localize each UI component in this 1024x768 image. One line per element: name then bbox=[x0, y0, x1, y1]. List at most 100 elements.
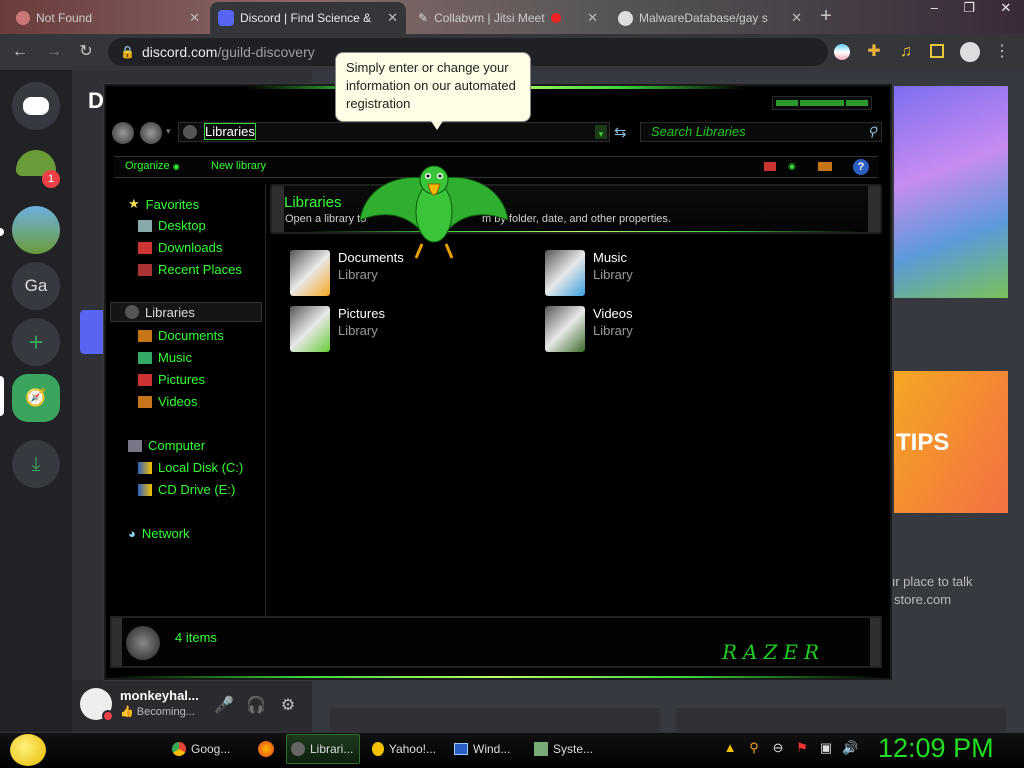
forward-nav-icon[interactable] bbox=[140, 122, 162, 144]
headphones-icon[interactable]: 🎧 bbox=[244, 694, 268, 718]
menu-dots-icon[interactable]: ⋮ bbox=[990, 40, 1014, 64]
cd-drive-icon bbox=[138, 483, 152, 496]
task-label: Librari... bbox=[310, 742, 354, 756]
taskbar-chrome[interactable]: Goog... bbox=[168, 734, 238, 764]
nav-favorites[interactable]: ★ Favorites bbox=[128, 196, 199, 212]
download-apps-icon[interactable]: ⤓ bbox=[12, 440, 60, 488]
refresh-icon[interactable]: ⇆ bbox=[614, 123, 627, 141]
restore-icon[interactable]: ❐ bbox=[963, 0, 975, 22]
nav-documents[interactable]: Documents bbox=[138, 328, 224, 343]
preview-pane-icon[interactable] bbox=[818, 162, 832, 171]
extensions-puzzle-icon[interactable]: ✚ bbox=[862, 40, 886, 64]
tray-minus-icon[interactable]: ⊖ bbox=[770, 740, 786, 756]
close-button[interactable] bbox=[846, 100, 868, 106]
music-icon bbox=[138, 351, 152, 364]
nav-cd-drive[interactable]: CD Drive (E:) bbox=[138, 482, 235, 497]
library-type: Library bbox=[593, 323, 633, 338]
task-label: Goog... bbox=[191, 742, 231, 756]
new-tab-icon[interactable]: + bbox=[814, 4, 838, 28]
taskbar-system[interactable]: Syste... bbox=[530, 734, 602, 764]
nav-downloads-label: Downloads bbox=[158, 240, 223, 255]
tray-warning-icon[interactable]: ▲ bbox=[722, 740, 738, 756]
library-pictures[interactable]: Pictures Library bbox=[290, 306, 385, 352]
minimize-button[interactable] bbox=[776, 100, 798, 106]
nav-pictures[interactable]: Pictures bbox=[138, 372, 205, 387]
documents-library-icon bbox=[290, 250, 330, 296]
tab-not-found[interactable]: Not Found ✕ bbox=[8, 2, 208, 34]
tray-volume-icon[interactable]: 🔊 bbox=[842, 740, 858, 756]
reload-icon[interactable]: ↻ bbox=[74, 40, 98, 64]
library-videos[interactable]: Videos Library bbox=[545, 306, 633, 352]
server-ga[interactable]: Ga bbox=[12, 262, 60, 310]
new-library-button[interactable]: New library bbox=[211, 160, 266, 172]
explore-compass-icon[interactable]: 🧭 bbox=[12, 374, 60, 422]
start-smiley-button[interactable] bbox=[10, 734, 46, 766]
minimize-icon[interactable]: – bbox=[931, 0, 938, 22]
view-dropdown-icon[interactable]: ◉ bbox=[788, 161, 796, 172]
tab-malwaredatabase[interactable]: MalwareDatabase/gay s ✕ bbox=[610, 2, 810, 34]
library-music[interactable]: Music Library bbox=[545, 250, 633, 296]
back-icon[interactable]: ← bbox=[8, 40, 32, 64]
nav-network[interactable]: ◕ Network bbox=[128, 526, 190, 541]
tab-discord[interactable]: Discord | Find Science & ✕ bbox=[210, 2, 406, 34]
nav-local-disk-label: Local Disk (C:) bbox=[158, 460, 244, 475]
history-dropdown-icon[interactable]: ▾ bbox=[166, 126, 171, 137]
nav-computer[interactable]: Computer bbox=[128, 438, 205, 453]
nav-local-disk[interactable]: Local Disk (C:) bbox=[138, 460, 243, 475]
window-buttons bbox=[772, 96, 872, 110]
maximize-button[interactable] bbox=[800, 100, 844, 106]
sidebar-icon[interactable] bbox=[930, 44, 944, 58]
tab-collabvm[interactable]: ✎ Collabvm | Jitsi Meet ✕ bbox=[410, 2, 606, 34]
taskbar-clock[interactable]: 12:09 PM bbox=[878, 733, 994, 764]
taskbar-windows[interactable]: Wind... bbox=[450, 734, 520, 764]
promo-tips-card[interactable]: TIPS bbox=[894, 371, 1008, 513]
close-tab-icon[interactable]: ✕ bbox=[587, 10, 598, 26]
server-turtle-icon[interactable]: 1 bbox=[12, 142, 60, 188]
header-right-cap bbox=[868, 186, 880, 232]
chrome-icon bbox=[172, 742, 186, 756]
close-tab-icon[interactable]: ✕ bbox=[791, 10, 802, 26]
taskbar-yahoo[interactable]: Yahoo!... bbox=[368, 734, 440, 764]
back-nav-icon[interactable] bbox=[112, 122, 134, 144]
nav-downloads[interactable]: Downloads bbox=[138, 240, 222, 255]
discord-home-icon[interactable] bbox=[12, 82, 60, 130]
music-library-icon bbox=[545, 250, 585, 296]
close-tab-icon[interactable]: ✕ bbox=[387, 10, 398, 26]
notification-badge: 1 bbox=[42, 170, 60, 188]
pictures-library-icon bbox=[290, 306, 330, 352]
server-farm-icon[interactable] bbox=[12, 206, 60, 254]
tab-title: MalwareDatabase/gay s bbox=[639, 11, 768, 25]
help-icon[interactable]: ? bbox=[853, 159, 869, 175]
nav-recent-places[interactable]: Recent Places bbox=[138, 262, 242, 277]
address-dropdown-icon[interactable]: ▾ bbox=[595, 125, 607, 139]
view-options-icon[interactable] bbox=[764, 162, 776, 171]
profile-avatar-icon[interactable] bbox=[960, 42, 980, 62]
tray-search-icon[interactable]: ⚲ bbox=[746, 740, 762, 756]
nav-computer-label: Computer bbox=[148, 438, 206, 453]
mute-mic-icon[interactable]: 🎤 bbox=[212, 694, 236, 718]
nav-desktop[interactable]: Desktop bbox=[138, 218, 206, 233]
settings-gear-icon[interactable]: ⚙ bbox=[276, 694, 300, 718]
forward-icon[interactable]: → bbox=[42, 40, 66, 64]
organize-button[interactable]: Organize ◉ bbox=[125, 160, 180, 172]
parrot-assistant-image[interactable] bbox=[356, 160, 512, 264]
nav-libraries[interactable]: Libraries bbox=[110, 302, 262, 322]
tray-flag-icon[interactable]: ⚑ bbox=[794, 740, 810, 756]
taskbar-libraries[interactable]: Librari... bbox=[286, 734, 360, 764]
razer-logo: RAZER bbox=[722, 640, 826, 664]
close-tab-icon[interactable]: ✕ bbox=[189, 10, 200, 26]
nav-videos[interactable]: Videos bbox=[138, 394, 198, 409]
explorer-search-box[interactable]: Search Libraries ⚲ bbox=[640, 122, 882, 142]
media-icon[interactable]: ♫ bbox=[894, 40, 918, 64]
add-server-icon[interactable]: + bbox=[12, 318, 60, 366]
library-name: Videos bbox=[593, 306, 633, 321]
explorer-address-bar[interactable]: Libraries ▾ bbox=[178, 122, 610, 142]
tray-network-icon[interactable]: ▣ bbox=[818, 740, 834, 756]
taskbar-firefox[interactable] bbox=[254, 734, 278, 764]
extension-flag-icon[interactable] bbox=[834, 44, 850, 60]
pictures-icon bbox=[138, 373, 152, 386]
discord-user-panel: monkeyhal... 👍 Becoming... 🎤 🎧 ⚙ bbox=[72, 680, 312, 732]
promo-text-line-2: store.com bbox=[894, 592, 952, 607]
close-window-icon[interactable]: ✕ bbox=[1000, 0, 1011, 22]
nav-music[interactable]: Music bbox=[138, 350, 192, 365]
